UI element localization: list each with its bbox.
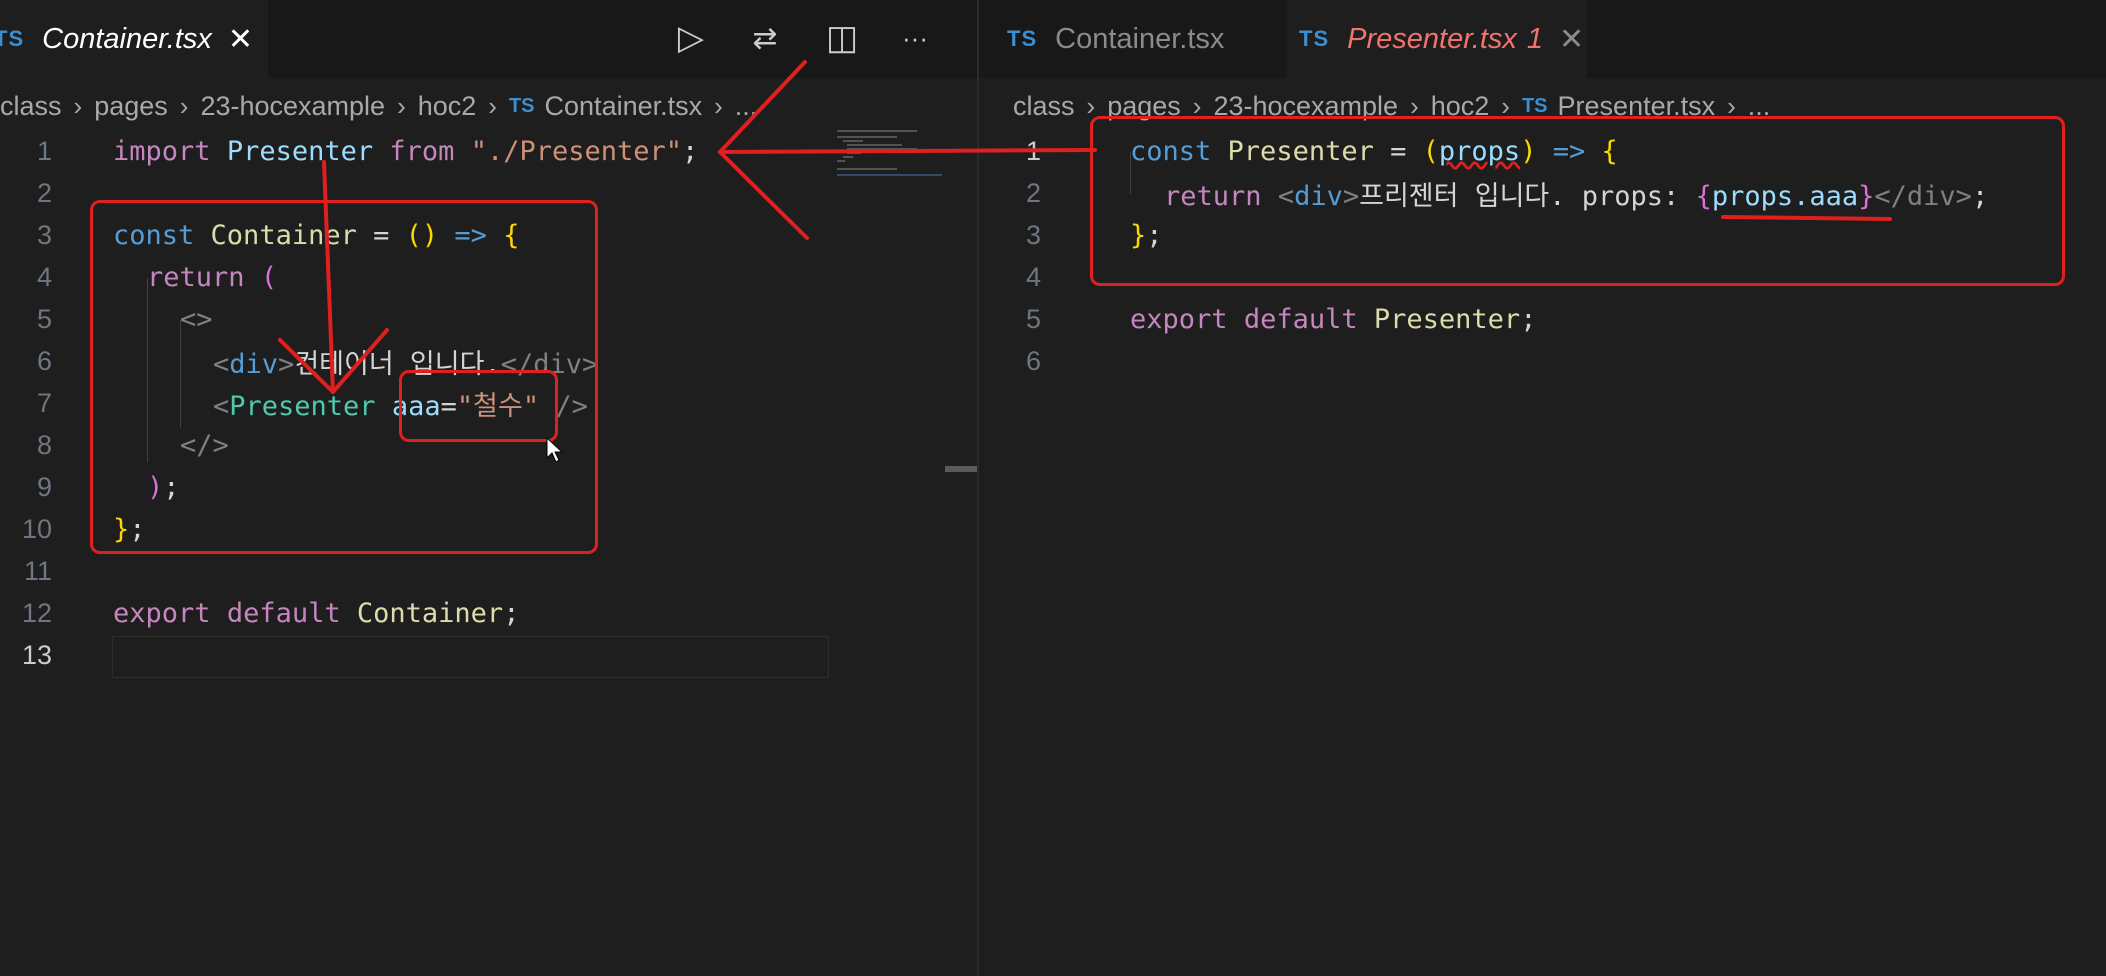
line-number: 10 bbox=[21, 513, 52, 544]
code-token: default bbox=[1243, 303, 1358, 335]
code-token: export bbox=[113, 597, 211, 629]
breadcrumb-item[interactable]: class bbox=[1013, 91, 1075, 122]
typescript-file-icon: TS bbox=[1007, 26, 1038, 51]
run-icon[interactable]: ▷ bbox=[671, 18, 711, 58]
line-number: 12 bbox=[21, 597, 52, 628]
open-changes-icon[interactable]: ⇄ bbox=[745, 18, 785, 58]
code-line: 11 bbox=[0, 550, 977, 592]
code-line: 6 bbox=[979, 340, 2106, 382]
typescript-file-icon: TS bbox=[0, 26, 25, 51]
tab-container-tsx[interactable]: TS Container.tsx ✕ bbox=[0, 0, 268, 78]
line-number: 11 bbox=[23, 555, 52, 586]
close-icon[interactable]: ✕ bbox=[1559, 22, 1584, 57]
tab-container-tsx[interactable]: TS Container.tsx bbox=[979, 0, 1285, 78]
code-token: from bbox=[389, 135, 455, 167]
code-line: 13 bbox=[0, 634, 977, 676]
tab-label: Container.tsx bbox=[1055, 22, 1225, 55]
more-actions-icon[interactable]: ··· bbox=[895, 18, 935, 58]
close-icon[interactable]: ✕ bbox=[228, 22, 253, 57]
breadcrumb-item[interactable]: class bbox=[0, 91, 62, 122]
line-number: 5 bbox=[1025, 303, 1041, 334]
line-number: 3 bbox=[36, 219, 52, 250]
code-line: 5 export default Presenter; bbox=[979, 298, 2106, 340]
annotation-box-prop bbox=[399, 370, 558, 442]
line-number: 1 bbox=[1025, 135, 1041, 166]
tab-presenter-tsx[interactable]: TS Presenter.tsx 1 ✕ bbox=[1287, 0, 1587, 78]
annotation-box-presenter bbox=[1090, 116, 2065, 286]
breadcrumb-file[interactable]: Container.tsx bbox=[545, 91, 703, 122]
typescript-file-icon: TS bbox=[1521, 94, 1548, 117]
code-token: import bbox=[113, 135, 211, 167]
line-number: 3 bbox=[1025, 219, 1041, 250]
breadcrumb-more[interactable]: ... bbox=[735, 91, 758, 122]
code-token: ; bbox=[682, 135, 699, 167]
line-number: 6 bbox=[36, 345, 52, 376]
line-number: 7 bbox=[36, 387, 52, 418]
breadcrumb-item[interactable]: 23-hocexample bbox=[200, 91, 385, 122]
line-number: 1 bbox=[36, 135, 52, 166]
breadcrumb-item[interactable]: pages bbox=[94, 91, 168, 122]
line-number: 4 bbox=[36, 261, 52, 292]
left-tab-bar: TS Container.tsx ✕ ▷ ⇄ ◫ ··· bbox=[0, 0, 977, 78]
right-tab-bar: TS Container.tsx TS Presenter.tsx 1 ✕ bbox=[979, 0, 2106, 78]
problems-count-badge: 1 bbox=[1526, 22, 1544, 55]
tab-label: Container.tsx bbox=[42, 22, 212, 55]
code-token: ; bbox=[503, 597, 520, 629]
typescript-file-icon: TS bbox=[508, 94, 535, 117]
split-editor-icon[interactable]: ◫ bbox=[822, 18, 862, 58]
code-token: Presenter bbox=[226, 135, 374, 167]
code-line: 12 export default Container; bbox=[0, 592, 977, 634]
typescript-file-icon: TS bbox=[1299, 26, 1330, 51]
line-number: 6 bbox=[1025, 345, 1041, 376]
line-number: 2 bbox=[36, 177, 52, 208]
line-number: 8 bbox=[36, 429, 52, 460]
code-token: Presenter bbox=[1373, 303, 1521, 335]
breadcrumb-item[interactable]: hoc2 bbox=[418, 91, 477, 122]
line-number: 13 bbox=[21, 639, 52, 670]
code-token: ; bbox=[1520, 303, 1537, 335]
tab-label: Presenter.tsx bbox=[1347, 22, 1517, 55]
code-token: "./Presenter" bbox=[470, 135, 683, 167]
line-number: 4 bbox=[1025, 261, 1041, 292]
code-token: Container bbox=[356, 597, 504, 629]
breadcrumb: class › pages › 23-hocexample › hoc2 › TS Co… bbox=[0, 90, 758, 122]
code-line: 1 import Presenter from "./Presenter"; bbox=[0, 130, 977, 172]
code-token: export bbox=[1130, 303, 1228, 335]
line-number: 9 bbox=[36, 471, 52, 502]
line-number: 2 bbox=[1025, 177, 1041, 208]
line-number: 5 bbox=[36, 303, 52, 334]
code-token: default bbox=[226, 597, 341, 629]
